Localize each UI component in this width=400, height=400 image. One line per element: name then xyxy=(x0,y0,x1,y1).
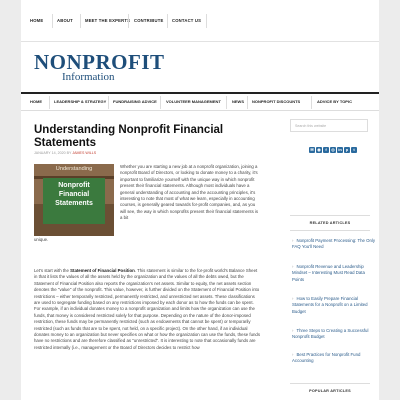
instagram-icon[interactable]: ◎ xyxy=(330,147,336,153)
related-article-link[interactable]: › Three Steps to Creating a Successful No… xyxy=(292,328,376,341)
body-bold-term: Statement of Financial Position xyxy=(70,268,135,273)
article-intro-end: unique. xyxy=(34,237,49,242)
sidebar-divider xyxy=(290,215,370,216)
main-nav-divider xyxy=(226,96,227,109)
image-text-main: Nonprofit Financial Statements xyxy=(34,181,114,208)
main-nav-divider xyxy=(311,96,312,109)
main-nav-divider xyxy=(247,96,248,109)
top-nav-divider xyxy=(206,14,207,28)
linkedin-icon[interactable]: in xyxy=(337,147,343,153)
rss-icon[interactable]: ◉ xyxy=(316,147,322,153)
sidebar-divider xyxy=(290,230,370,231)
related-article-link[interactable]: › Nonprofit Payment Processing: The Only … xyxy=(292,238,376,251)
article-meta: JANUARY 14, 2020 BY JAMES WILLS xyxy=(34,151,96,155)
site-logo[interactable]: NONPROFIT Information xyxy=(34,50,165,83)
popular-articles-heading: POPULAR ARTICLES xyxy=(309,389,351,393)
related-article-title: Nonprofit Revenue and Leadership Mindset… xyxy=(292,264,365,282)
main-nav-news[interactable]: NEWS xyxy=(232,99,244,104)
main-nav-divider xyxy=(108,96,109,109)
main-nav-leadership-strategy[interactable]: LEADERSHIP & STRATEGY xyxy=(54,99,106,104)
image-text-line3: Financial xyxy=(58,191,90,198)
article-featured-image: Understanding Nonprofit Financial Statem… xyxy=(34,164,114,236)
top-nav-contact-us[interactable]: CONTACT US xyxy=(172,18,201,23)
main-nav-divider xyxy=(160,96,161,109)
related-article-title: Three Steps to Creating a Successful Non… xyxy=(292,328,369,340)
related-article-title: Nonprofit Payment Processing: The Only F… xyxy=(292,238,376,250)
body-rest: . This statement is similar to the for-p… xyxy=(34,268,261,350)
logo-wordmark: NONPROFIT xyxy=(34,50,165,74)
article-body-paragraph: Let's start with the Statement of Financ… xyxy=(34,268,261,351)
search-input[interactable]: Search this website xyxy=(290,119,368,132)
body-lead: Let's start with the xyxy=(34,268,69,273)
email-icon[interactable]: ✉ xyxy=(309,147,315,153)
related-article-title: Best Practices for Nonprofit Fund Accoun… xyxy=(292,352,361,364)
top-nav-divider xyxy=(80,14,81,28)
top-nav-divider xyxy=(128,14,129,28)
main-nav-divider xyxy=(49,96,50,109)
top-nav-home[interactable]: HOME xyxy=(30,18,43,23)
main-nav-home[interactable]: HOME xyxy=(30,99,42,104)
article-intro: Whether you are starting a new job at a … xyxy=(120,164,259,221)
top-nav-divider xyxy=(52,14,53,28)
twitter-icon[interactable]: t xyxy=(351,147,357,153)
facebook-icon[interactable]: f xyxy=(323,147,329,153)
sidebar-divider xyxy=(290,383,370,384)
top-nav-contribute[interactable]: CONTRIBUTE xyxy=(134,18,163,23)
top-nav-meet-the-experts[interactable]: MEET THE EXPERTS xyxy=(85,18,130,23)
image-text-line1: Understanding xyxy=(55,166,93,172)
image-text-line2: Nonprofit xyxy=(58,182,90,189)
top-nav-divider xyxy=(167,14,168,28)
article-author-link[interactable]: JAMES WILLS xyxy=(72,151,96,155)
main-nav-fundraising-advice[interactable]: FUNDRAISING ADVICE xyxy=(113,99,157,104)
related-article-link[interactable]: › Nonprofit Revenue and Leadership Mindse… xyxy=(292,264,376,283)
main-navigation: HOME LEADERSHIP & STRATEGY FUNDRAISING A… xyxy=(21,92,379,111)
article-date: JANUARY 14, 2020 BY xyxy=(34,151,72,155)
page: HOME ABOUT MEET THE EXPERTS CONTRIBUTE C… xyxy=(21,0,379,400)
top-nav-about[interactable]: ABOUT xyxy=(57,18,73,23)
pinterest-icon[interactable]: p xyxy=(344,147,350,153)
related-article-link[interactable]: › Best Practices for Nonprofit Fund Accou… xyxy=(292,352,376,365)
related-article-title: How to Easily Prepare Financial Statemen… xyxy=(292,296,368,314)
top-navigation: HOME ABOUT MEET THE EXPERTS CONTRIBUTE C… xyxy=(21,0,379,42)
image-text-line4: Statements xyxy=(55,200,93,207)
main-nav-advice-by-topic[interactable]: ADVICE BY TOPIC xyxy=(317,99,352,104)
article-title: Understanding Nonprofit Financial Statem… xyxy=(34,124,224,149)
main-nav-nonprofit-discounts[interactable]: NONPROFIT DISCOUNTS xyxy=(252,99,300,104)
main-nav-volunteer-management[interactable]: VOLUNTEER MANAGEMENT xyxy=(166,99,221,104)
related-article-link[interactable]: › How to Easily Prepare Financial Stateme… xyxy=(292,296,376,315)
related-articles-heading: RELATED ARTICLES xyxy=(309,221,351,225)
